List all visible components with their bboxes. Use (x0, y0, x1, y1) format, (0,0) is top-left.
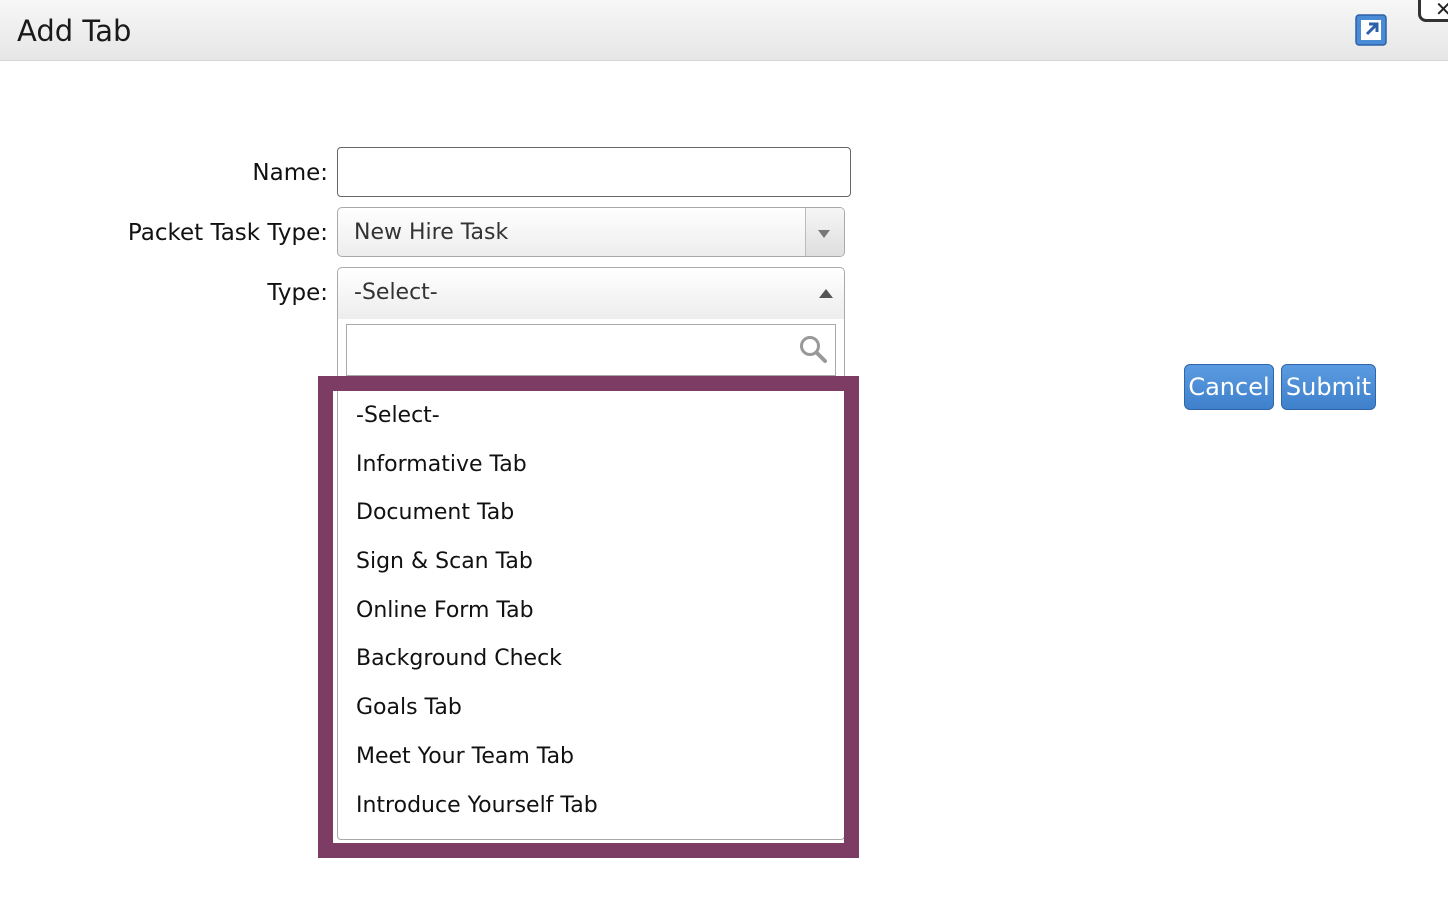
packet-task-type-value: New Hire Task (354, 220, 509, 245)
search-icon (800, 336, 827, 363)
packet-task-type-select[interactable]: New Hire Task (337, 207, 845, 257)
name-label: Name: (252, 160, 328, 186)
dialog-titlebar: Add Tab (0, 0, 1448, 61)
expand-icon[interactable] (1355, 14, 1387, 46)
highlight-box (318, 376, 859, 858)
packet-task-type-label: Packet Task Type: (127, 220, 328, 246)
close-icon[interactable]: ✕ (1418, 0, 1448, 22)
submit-button[interactable]: Submit (1281, 364, 1376, 410)
chevron-up-icon (819, 289, 833, 298)
chevron-down-icon (818, 230, 830, 238)
type-search-input[interactable] (346, 324, 836, 376)
type-select[interactable]: -Select- (337, 267, 845, 319)
type-select-value: -Select- (354, 280, 438, 305)
dialog-title: Add Tab (17, 14, 132, 48)
cancel-button[interactable]: Cancel (1184, 364, 1274, 410)
name-input[interactable] (337, 147, 851, 197)
packet-task-type-arrow[interactable] (805, 208, 844, 256)
type-label: Type: (267, 280, 328, 306)
